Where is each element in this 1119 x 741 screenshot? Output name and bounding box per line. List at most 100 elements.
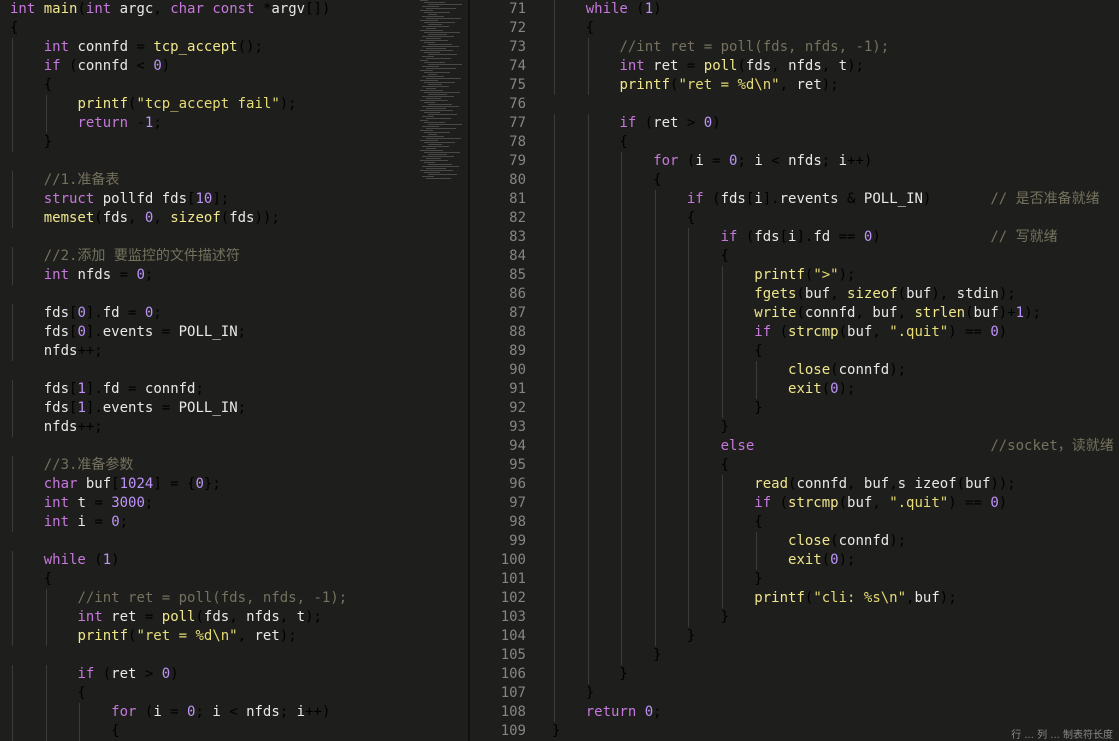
right-code-line[interactable]: { <box>552 209 695 228</box>
right-code-line[interactable]: else //socket，读就绪 <box>552 437 1114 456</box>
right-code-line[interactable]: write(connfd, buf, strlen(buf)+1); <box>552 304 1041 323</box>
minimap-line <box>420 150 443 151</box>
indent-guide <box>587 114 589 133</box>
right-code-line[interactable]: return 0; <box>552 703 662 722</box>
indent-guide <box>654 608 656 627</box>
right-code-line[interactable]: if (ret > 0) <box>552 114 720 133</box>
left-code-line[interactable]: if (connfd < 0) <box>10 57 170 76</box>
minimap-line <box>422 6 439 7</box>
left-code-line[interactable]: //3.准备参数 <box>10 456 134 475</box>
right-code-line[interactable]: { <box>552 133 627 152</box>
indent-guide <box>12 589 13 608</box>
left-code-line[interactable]: { <box>10 722 119 741</box>
left-code-line[interactable]: { <box>10 19 18 38</box>
line-number: 102 <box>500 590 526 606</box>
right-code-line[interactable]: } <box>552 684 594 703</box>
left-code-line[interactable]: } <box>10 133 52 152</box>
minimap-line <box>426 148 436 149</box>
left-code-line[interactable]: int t = 3000; <box>10 494 154 513</box>
right-code-line[interactable]: for (i = 0; i < nfds; i++) <box>552 152 872 171</box>
indent-guide <box>688 570 690 589</box>
left-code-line[interactable]: int connfd = tcp_accept(); <box>10 38 263 57</box>
right-code-line[interactable]: { <box>552 456 729 475</box>
right-code-line[interactable]: int ret = poll(fds, nfds, t); <box>552 57 864 76</box>
right-code-line[interactable]: { <box>552 171 661 190</box>
right-code-line[interactable]: } <box>552 722 560 741</box>
left-code-line[interactable]: while (1) <box>10 551 120 570</box>
left-code-line[interactable]: fds[1].fd = connfd; <box>10 380 204 399</box>
left-code-line[interactable]: { <box>10 570 52 589</box>
minimap[interactable] <box>420 0 468 200</box>
indent-guide <box>554 513 555 532</box>
minimap-line <box>420 70 433 71</box>
right-code-line[interactable]: } <box>552 570 762 589</box>
minimap-line <box>424 162 435 163</box>
line-number: 88 <box>509 324 526 340</box>
right-code-line[interactable]: close(connfd); <box>552 361 906 380</box>
minimap-line <box>422 96 454 97</box>
indent-guide <box>621 285 623 304</box>
left-code-line[interactable]: //1.准备表 <box>10 171 120 190</box>
right-code-line[interactable]: { <box>552 342 762 361</box>
indent-guide <box>688 228 690 247</box>
left-code-line[interactable]: int nfds = 0; <box>10 266 154 285</box>
left-code-line[interactable]: //2.添加 要监控的文件描述符 <box>10 247 240 266</box>
left-code-line[interactable]: struct pollfd fds[10]; <box>10 190 229 209</box>
right-code-line[interactable]: printf("cli: %s\n",buf); <box>552 589 956 608</box>
right-code-line[interactable]: close(connfd); <box>552 532 906 551</box>
left-code-line[interactable]: return -1; <box>10 114 161 133</box>
line-number: 76 <box>509 96 526 112</box>
left-code-line[interactable]: fds[0].fd = 0; <box>10 304 162 323</box>
indent-guide <box>587 456 589 475</box>
left-code-line[interactable]: printf("tcp_accept fail"); <box>10 95 296 114</box>
left-code-line[interactable]: //int ret = poll(fds, nfds, -1); <box>10 589 347 608</box>
indent-guide <box>755 551 757 570</box>
left-code-line[interactable]: fds[1].events = POLL_IN; <box>10 399 246 418</box>
right-code-line[interactable]: } <box>552 665 627 684</box>
right-code-line[interactable]: } <box>552 646 661 665</box>
indent-guide <box>554 665 555 684</box>
minimap-line <box>422 76 444 77</box>
left-code-line[interactable]: memset(fds, 0, sizeof(fds)); <box>10 209 280 228</box>
indent-guide <box>587 608 589 627</box>
left-code-line[interactable]: nfds++; <box>10 418 103 437</box>
right-code-line[interactable]: } <box>552 608 729 627</box>
right-code-line[interactable]: printf(">"); <box>552 266 855 285</box>
left-code-line[interactable]: nfds++; <box>10 342 103 361</box>
indent-guide <box>654 209 656 228</box>
indent-guide <box>722 266 723 285</box>
right-code-line[interactable]: exit(0); <box>552 551 855 570</box>
left-code-line[interactable]: { <box>10 684 85 703</box>
right-code-line[interactable]: while (1) <box>552 0 662 19</box>
right-code-line[interactable]: exit(0); <box>552 380 855 399</box>
left-code-line[interactable]: int ret = poll(fds, nfds, t); <box>10 608 322 627</box>
left-code-line[interactable]: { <box>10 76 52 95</box>
right-code-line[interactable]: //int ret = poll(fds, nfds, -1); <box>552 38 889 57</box>
right-editor-pane[interactable]: 71 72 73 74 75 76 77 78 79 80 81 82 83 84 85 86 87 88 89 90… <box>470 0 1119 741</box>
left-code-line[interactable]: fds[0].events = POLL_IN; <box>10 323 246 342</box>
right-code-line[interactable]: } <box>552 418 729 437</box>
left-code-line[interactable]: printf("ret = %d\n", ret); <box>10 627 296 646</box>
right-code-line[interactable]: printf("ret = %d\n", ret); <box>552 76 838 95</box>
indent-guide <box>554 304 555 323</box>
line-number: 74 <box>509 58 526 74</box>
right-code-line[interactable]: } <box>552 399 762 418</box>
indent-guide <box>722 494 723 513</box>
minimap-line <box>420 30 443 31</box>
right-code-line[interactable]: { <box>552 247 729 266</box>
left-code-line[interactable]: int i = 0; <box>10 513 128 532</box>
minimap-line <box>420 20 438 21</box>
left-code-line[interactable]: for (i = 0; i < nfds; i++) <box>10 703 330 722</box>
right-code-line[interactable]: { <box>552 19 594 38</box>
indent-guide <box>621 266 623 285</box>
right-code-line[interactable]: } <box>552 627 695 646</box>
right-code-line[interactable]: { <box>552 513 762 532</box>
left-code-line[interactable]: if (ret > 0) <box>10 665 178 684</box>
left-code-line[interactable]: char buf[1024] = {0}; <box>10 475 221 494</box>
right-code-line[interactable]: if (fds[i].revents & POLL_IN) // 是否准备就绪 <box>552 190 1100 209</box>
minimap-line <box>428 114 457 115</box>
line-number: 101 <box>500 571 526 587</box>
right-code-line[interactable]: if (fds[i].fd == 0) // 写就绪 <box>552 228 1058 247</box>
left-editor-pane[interactable]: int main(int argc, char const *argv[]){ … <box>0 0 468 741</box>
left-code-line[interactable]: int main(int argc, char const *argv[]) <box>10 0 330 19</box>
